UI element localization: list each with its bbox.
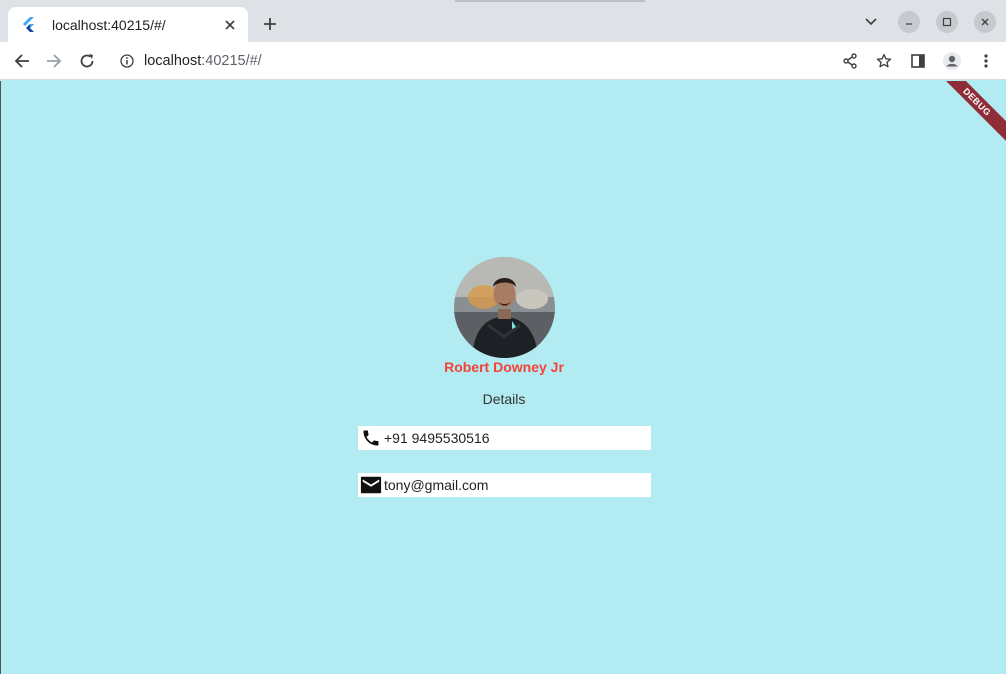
debug-label: DEBUG xyxy=(936,81,1006,146)
tab-strip: localhost:40215/#/ xyxy=(0,0,1006,42)
phone-field[interactable]: +91 9495530516 xyxy=(358,426,651,450)
side-panel-icon[interactable] xyxy=(908,51,928,71)
chevron-down-icon[interactable] xyxy=(860,11,882,33)
close-icon[interactable] xyxy=(222,17,238,33)
mail-icon xyxy=(360,474,382,496)
url-path: :40215/#/ xyxy=(201,53,262,69)
profile-name: Robert Downey Jr xyxy=(444,359,564,375)
browser-tab[interactable]: localhost:40215/#/ xyxy=(8,7,248,42)
arrow-right-icon[interactable] xyxy=(44,51,64,71)
url-text: localhost:40215/#/ xyxy=(144,53,262,69)
phone-number: +91 9495530516 xyxy=(384,430,490,446)
app-viewport: DEBUG Robert Downey Jr Details +91 94955… xyxy=(0,81,1006,674)
email-field[interactable]: tony@gmail.com xyxy=(358,473,651,497)
plus-icon[interactable] xyxy=(260,14,280,34)
url-host: localhost xyxy=(144,53,202,69)
profile-icon[interactable] xyxy=(942,51,962,71)
details-heading: Details xyxy=(482,391,526,407)
share-icon[interactable] xyxy=(840,51,860,71)
reload-icon[interactable] xyxy=(77,51,97,71)
address-bar[interactable]: localhost:40215/#/ xyxy=(110,47,830,75)
tab-title: localhost:40215/#/ xyxy=(52,16,166,33)
arrow-left-icon[interactable] xyxy=(12,51,32,71)
window-title-fragment xyxy=(455,0,645,2)
info-icon[interactable] xyxy=(120,54,134,68)
browser-toolbar: localhost:40215/#/ xyxy=(0,42,1006,80)
close-icon[interactable] xyxy=(974,11,996,33)
minimize-icon[interactable] xyxy=(898,11,920,33)
phone-icon xyxy=(360,427,382,449)
email-address: tony@gmail.com xyxy=(384,477,489,493)
maximize-icon[interactable] xyxy=(936,11,958,33)
avatar xyxy=(454,257,555,358)
kebab-menu-icon[interactable] xyxy=(976,51,996,71)
flutter-icon xyxy=(22,16,38,33)
star-icon[interactable] xyxy=(874,51,894,71)
debug-banner: DEBUG xyxy=(936,81,1006,151)
